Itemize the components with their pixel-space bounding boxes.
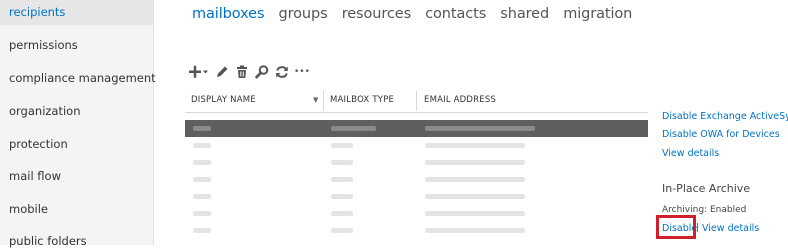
tab-shared[interactable]: shared xyxy=(500,6,549,22)
blurred-cell xyxy=(193,228,211,233)
blurred-cell xyxy=(425,194,525,199)
blurred-cell xyxy=(425,211,525,216)
nav-item-protection[interactable]: protection xyxy=(9,136,68,152)
table-row[interactable] xyxy=(185,171,648,188)
archiving-status: Enabled xyxy=(710,205,747,215)
edit-icon[interactable] xyxy=(214,64,230,80)
view-details-archive-link[interactable]: View details xyxy=(702,223,759,234)
nav-item-public-folders[interactable]: public folders xyxy=(9,233,87,249)
tab-contacts[interactable]: contacts xyxy=(425,6,486,22)
blurred-cell xyxy=(193,126,211,131)
nav-item-compliance-management[interactable]: compliance management xyxy=(9,70,156,86)
mailbox-list: DISPLAY NAME ▼ MAILBOX TYPE EMAIL ADDRES… xyxy=(185,89,648,245)
column-header-display-name[interactable]: DISPLAY NAME xyxy=(191,89,256,112)
blurred-cell xyxy=(425,160,525,165)
blurred-cell xyxy=(193,160,211,165)
blurred-cell xyxy=(193,177,211,182)
blurred-cell xyxy=(331,228,353,233)
table-row[interactable] xyxy=(185,120,648,137)
tab-bar: mailboxes groups resources contacts shar… xyxy=(192,3,641,22)
archive-heading: In-Place Archive xyxy=(662,182,751,195)
table-header: DISPLAY NAME ▼ MAILBOX TYPE EMAIL ADDRES… xyxy=(185,89,648,113)
blurred-cell xyxy=(193,194,211,199)
more-icon[interactable]: ••• xyxy=(294,64,312,80)
tab-mailboxes[interactable]: mailboxes xyxy=(192,6,265,22)
link-separator: | xyxy=(696,223,700,233)
blurred-cell xyxy=(331,126,376,131)
table-row[interactable] xyxy=(185,239,648,245)
nav-item-mail-flow[interactable]: mail flow xyxy=(9,168,61,184)
blurred-cell xyxy=(331,177,353,182)
table-row[interactable] xyxy=(185,205,648,222)
blurred-cell xyxy=(193,211,211,216)
column-divider xyxy=(416,91,417,111)
blurred-cell xyxy=(331,194,353,199)
disable-activesync-link[interactable]: Disable Exchange ActiveSync xyxy=(662,111,788,122)
table-row[interactable] xyxy=(185,137,648,154)
blurred-cell xyxy=(425,177,525,182)
nav-item-mobile[interactable]: mobile xyxy=(9,201,48,217)
table-row[interactable] xyxy=(185,154,648,171)
refresh-icon[interactable] xyxy=(274,64,290,80)
tab-groups[interactable]: groups xyxy=(279,6,328,22)
column-header-mailbox-type[interactable]: MAILBOX TYPE xyxy=(330,89,394,112)
nav-item-recipients[interactable]: recipients xyxy=(9,4,65,20)
search-icon[interactable] xyxy=(254,64,270,80)
blurred-cell xyxy=(331,160,353,165)
column-divider xyxy=(323,91,324,111)
blurred-cell xyxy=(193,143,211,148)
highlight-box xyxy=(656,215,696,239)
disable-owa-link[interactable]: Disable OWA for Devices xyxy=(662,129,780,140)
left-nav: recipients permissions compliance manage… xyxy=(0,0,156,248)
add-icon[interactable] xyxy=(188,64,208,80)
sort-arrow-icon[interactable]: ▼ xyxy=(313,89,319,112)
nav-item-permissions[interactable]: permissions xyxy=(9,37,78,53)
tab-resources[interactable]: resources xyxy=(342,6,411,22)
blurred-cell xyxy=(425,143,525,148)
blurred-cell xyxy=(425,228,525,233)
blurred-cell xyxy=(425,126,535,131)
archiving-label: Archiving: xyxy=(662,205,708,215)
view-details-link[interactable]: View details xyxy=(662,148,719,159)
table-row[interactable] xyxy=(185,222,648,239)
delete-icon[interactable] xyxy=(234,64,250,80)
blurred-cell xyxy=(331,211,353,216)
column-header-email-address[interactable]: EMAIL ADDRESS xyxy=(424,89,496,112)
tab-migration[interactable]: migration xyxy=(563,6,632,22)
table-row[interactable] xyxy=(185,188,648,205)
blurred-cell xyxy=(331,143,353,148)
nav-item-organization[interactable]: organization xyxy=(9,103,81,119)
